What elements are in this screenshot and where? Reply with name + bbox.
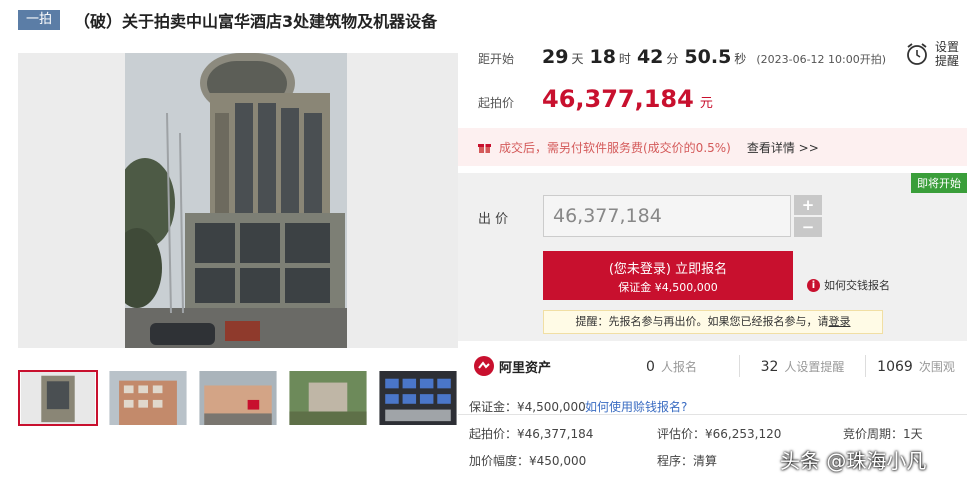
view-count-number: 1069 [877,358,913,375]
start-price-label: 起拍价 [478,96,515,110]
page-title: （破）关于拍卖中山富华酒店3处建筑物及机器设备 [74,12,438,31]
title-row: 一拍 （破）关于拍卖中山富华酒店3处建筑物及机器设备 [18,9,437,31]
signup-count-number: 0 [646,358,655,375]
bid-panel: 即将开始 出 价 46,377,184 + − (您未登录) 立即报名 保证金 … [458,173,967,341]
view-count-unit: 次围观 [918,359,955,374]
thumbnail-strip [18,370,468,426]
fee-details-link[interactable]: 查看详情 >> [747,139,819,156]
gift-icon [478,143,491,153]
deposit-info: 保证金：¥4,500,000 [469,400,586,414]
reminder-count: 32 人设置提醒 [740,358,865,375]
appraisal-info: 评估价：¥66,253,120 [657,427,782,441]
set-reminder-button[interactable]: 设置提醒 [905,40,963,68]
bid-amount-input[interactable]: 46,377,184 [543,195,791,237]
countdown-days-unit: 天 [571,52,584,66]
countdown-seconds-unit: 秒 [734,52,747,66]
reminder-count-unit: 人设置提醒 [784,359,845,374]
thumbnail-5[interactable] [378,370,458,426]
info-icon: i [807,278,820,292]
increment-info: 加价幅度：¥450,000 [469,454,587,468]
bid-cycle-info: 竞价周期：1天 [843,427,923,441]
signup-count: 0 人报名 [604,358,739,375]
login-link[interactable]: 登录 [829,315,851,328]
login-hint-text: 提醒：先报名参与再出价。如果您已经报名参与，请 [575,315,829,328]
hotel-building-photo [125,53,347,348]
ali-assets-logo-icon [474,356,494,376]
auction-type-tag: 一拍 [18,10,61,30]
stats-row: 阿里资产 0 人报名 32 人设置提醒 1069 次围观 [474,348,967,384]
set-reminder-label: 设置提醒 [935,40,960,68]
alarm-clock-icon [907,43,927,65]
countdown-days: 29 [542,46,569,68]
service-fee-text: 成交后，需另付软件服务费(成交价的0.5%) [499,140,731,155]
countdown: 距开始 29 天 18 时 42 分 50.5 秒 (2023-06-12 10… [478,46,886,74]
thumbnail-4[interactable] [288,370,368,426]
bid-stepper: + − [794,195,822,239]
signup-deposit-label: 保证金 ¥4,500,000 [618,281,718,294]
start-price-value: 46,377,184 [542,85,694,113]
thumbnail-1[interactable] [18,370,98,426]
countdown-minutes: 42 [636,46,664,68]
how-to-pay-link[interactable]: i 如何交钱报名 [807,277,890,293]
service-fee-notice: 成交后，需另付软件服务费(成交价的0.5%) 查看详情 >> [458,128,967,166]
auction-start-time: (2023-06-12 10:00开拍) [756,53,887,66]
start-price: 起拍价 46,377,184 元 [478,85,713,113]
reminder-count-number: 32 [760,358,779,375]
start-price-unit: 元 [699,96,713,111]
thumbnail-3[interactable] [198,370,278,426]
brand-name: 阿里资产 [499,360,552,376]
credit-signup-link[interactable]: 如何使用赊钱报名? [585,398,687,415]
countdown-hours: 18 [589,46,616,68]
login-hint: 提醒：先报名参与再出价。如果您已经报名参与，请登录 [543,310,883,334]
signup-button[interactable]: (您未登录) 立即报名 保证金 ¥4,500,000 [543,251,793,300]
decrease-bid-button[interactable]: − [794,217,822,237]
divider [458,414,967,415]
start-price-info: 起拍价：¥46,377,184 [469,427,594,441]
countdown-hours-unit: 时 [618,52,631,66]
watermark: 头条 @珠海小凡 [780,449,927,473]
signup-count-unit: 人报名 [660,359,697,374]
procedure-info: 程序：清算 [657,454,718,468]
main-image[interactable] [18,53,458,348]
ali-assets-logo: 阿里资产 [474,356,604,376]
signup-button-label: (您未登录) 立即报名 [608,262,728,277]
how-to-pay-label: 如何交钱报名 [824,279,890,292]
countdown-seconds: 50.5 [684,46,732,68]
countdown-label: 距开始 [478,52,515,66]
bid-label: 出 价 [478,212,509,227]
thumbnail-2[interactable] [108,370,188,426]
status-badge: 即将开始 [911,173,967,193]
view-count: 1069 次围观 [866,358,966,375]
increase-bid-button[interactable]: + [794,195,822,215]
countdown-minutes-unit: 分 [666,52,679,66]
